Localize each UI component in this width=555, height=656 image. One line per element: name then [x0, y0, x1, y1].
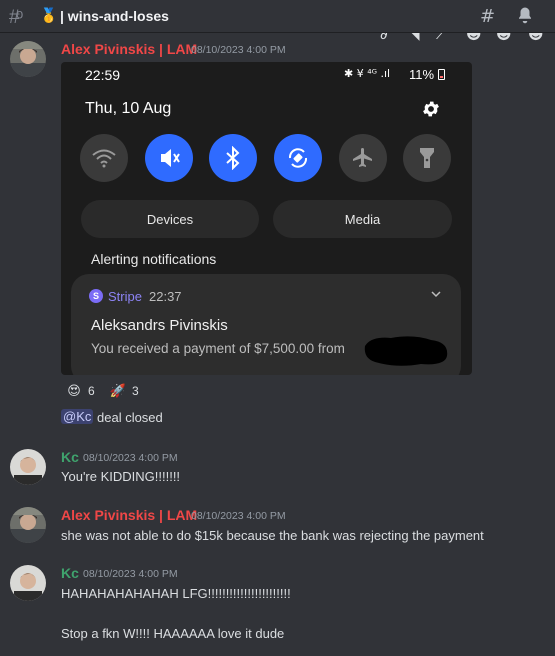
- gear-icon: [423, 101, 439, 117]
- phone-clock: 22:59: [85, 67, 121, 83]
- reaction-heart-eyes[interactable]: 😍 6: [66, 381, 95, 401]
- wifi-tile: [80, 134, 128, 182]
- bell-icon[interactable]: [516, 6, 534, 24]
- rotate-icon: [288, 148, 308, 168]
- phone-date: Thu, 10 Aug: [85, 100, 172, 117]
- more-icon[interactable]: ☻: [528, 33, 544, 43]
- message-timestamp: 08/10/2023 4:00 PM: [191, 44, 286, 56]
- message-timestamp: 08/10/2023 4:00 PM: [191, 510, 286, 522]
- stripe-icon: S: [89, 289, 103, 303]
- notifications-section-label: Alerting notifications: [91, 251, 217, 267]
- phone-status-icons: ✱ ¥ ⁴ᴳ .ıl: [344, 67, 391, 80]
- media-button: Media: [273, 200, 452, 238]
- battery-icon: [438, 69, 445, 80]
- message-text: she was not able to do $15k because the …: [61, 528, 484, 543]
- avatar[interactable]: [10, 41, 46, 77]
- bluetooth-icon: [226, 146, 240, 170]
- message-timestamp: 08/10/2023 4:00 PM: [83, 568, 178, 580]
- flashlight-tile: [403, 134, 451, 182]
- channel-name: | wins-and-loses: [60, 8, 169, 24]
- author-name[interactable]: Kc: [61, 565, 79, 581]
- airplane-icon: [353, 148, 372, 167]
- airplane-tile: [339, 134, 387, 182]
- channel-header: #ͦ 🥇 | wins-and-loses #: [0, 0, 555, 33]
- hash-icon: #ͦ: [9, 6, 20, 28]
- reply-icon[interactable]: ◥: [408, 33, 420, 43]
- chevron-down-icon: [431, 291, 441, 298]
- message-actions-toolbar: ∂ ◥ ⟋ ☻ ☻ ☻: [378, 33, 555, 45]
- notification-body: You received a payment of $7,500.00 from: [91, 341, 345, 356]
- threads-icon[interactable]: #: [480, 6, 495, 27]
- author-name[interactable]: Alex Pivinskis | LAM: [61, 507, 197, 523]
- reaction-icon[interactable]: ☻: [466, 33, 482, 43]
- bluetooth-tile: [209, 134, 257, 182]
- auto-rotate-tile: [274, 134, 322, 182]
- image-attachment[interactable]: 22:59 ✱ ¥ ⁴ᴳ .ıl 11% Thu, 10 Aug Devices…: [61, 62, 472, 375]
- notification-title: Aleksandrs Pivinskis: [91, 317, 228, 334]
- message-text: Stop a fkn W!!!! HAAAAAA love it dude: [61, 626, 285, 641]
- reaction-count: 6: [88, 384, 95, 398]
- rocket-icon: 🚀: [109, 383, 127, 399]
- reaction-alt-icon[interactable]: ☻: [496, 33, 512, 43]
- avatar[interactable]: [10, 565, 46, 601]
- phone-battery-percent: 11%: [409, 67, 435, 82]
- wifi-icon: [92, 149, 116, 168]
- message-text: deal closed: [97, 410, 163, 425]
- heart-eyes-icon: 😍: [67, 383, 81, 399]
- devices-button: Devices: [81, 200, 259, 238]
- message-timestamp: 08/10/2023 4:00 PM: [83, 452, 178, 464]
- mute-tile: [145, 134, 193, 182]
- reaction-count: 3: [132, 384, 139, 398]
- avatar[interactable]: [10, 449, 46, 485]
- notification-time: 22:37: [149, 289, 182, 304]
- user-mention[interactable]: @Kc: [61, 409, 94, 424]
- notification-app-name: Stripe: [108, 289, 142, 304]
- medal-icon: 🥇: [40, 8, 58, 24]
- flashlight-icon: [420, 148, 434, 168]
- redaction-mark: [364, 336, 448, 366]
- message-text: HAHAHAHAHAHAH LFG!!!!!!!!!!!!!!!!!!!!!!!: [61, 586, 291, 601]
- author-name[interactable]: Alex Pivinskis | LAM: [61, 41, 197, 57]
- author-name[interactable]: Kc: [61, 449, 79, 465]
- link-icon[interactable]: ∂: [380, 33, 388, 43]
- message-text: You're KIDDING!!!!!!!: [61, 469, 181, 484]
- pin-icon[interactable]: ⟋: [436, 33, 447, 43]
- reaction-rocket[interactable]: 🚀 3: [110, 381, 139, 401]
- mute-icon: [161, 149, 180, 167]
- avatar[interactable]: [10, 507, 46, 543]
- stripe-notification: S Stripe 22:37 Aleksandrs Pivinskis You …: [71, 274, 461, 375]
